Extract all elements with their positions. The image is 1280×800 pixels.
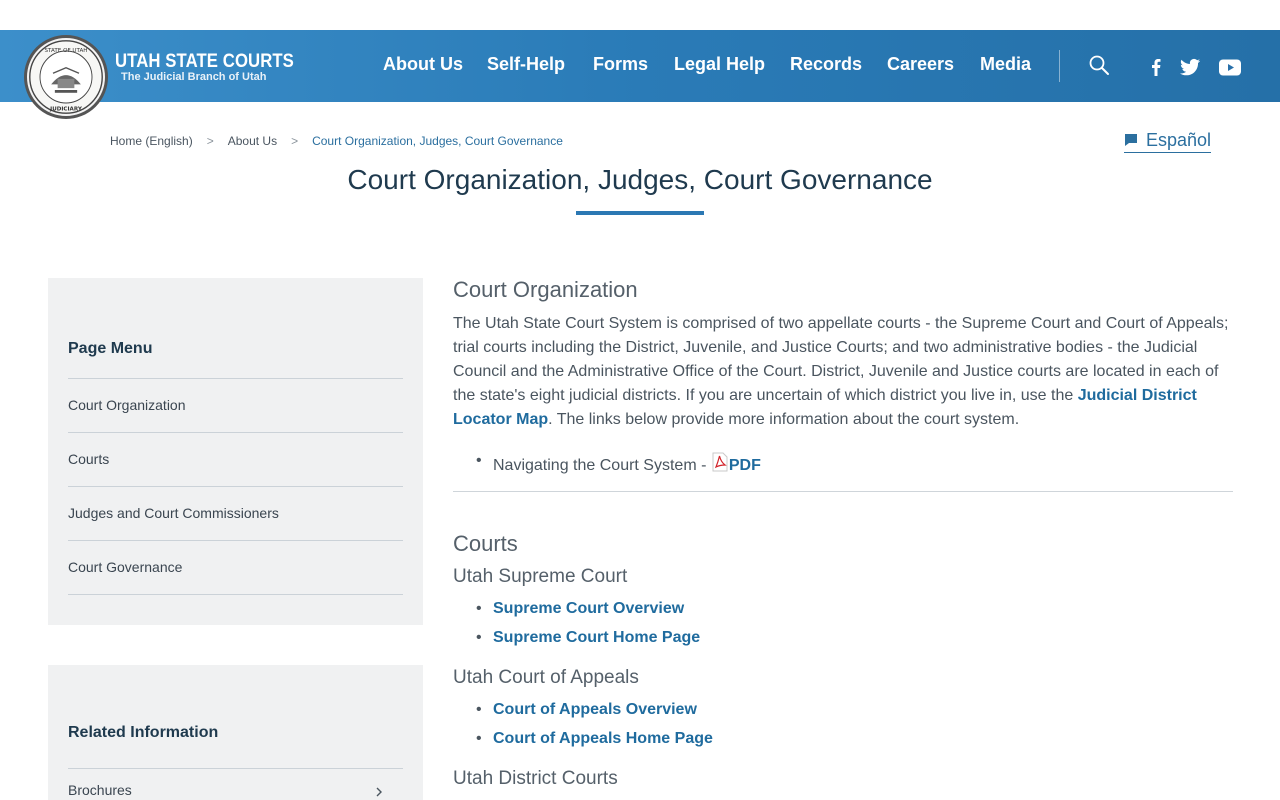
page-menu-item-court-governance[interactable]: Court Governance: [68, 559, 182, 575]
divider: [68, 594, 403, 595]
title-underline: [576, 211, 704, 215]
utah-district-courts-heading: Utah District Courts: [453, 768, 618, 789]
site-header: STATE OF UTAH JUDICIARY UTAH STATE COURT…: [0, 30, 1280, 119]
youtube-icon[interactable]: [1219, 59, 1241, 76]
nav-legal-help[interactable]: Legal Help: [674, 54, 765, 75]
page-menu-item-judges[interactable]: Judges and Court Commissioners: [68, 505, 279, 521]
breadcrumb-separator: >: [206, 134, 214, 148]
paragraph-text: . The links below provide more informati…: [548, 411, 1020, 428]
pdf-link[interactable]: PDF: [729, 457, 761, 474]
divider: [453, 491, 1233, 492]
court-of-appeals-home-page-link[interactable]: Court of Appeals Home Page: [493, 730, 713, 747]
breadcrumb-separator: >: [291, 134, 299, 148]
speech-bubble-icon: [1124, 131, 1138, 146]
courts-heading: Courts: [453, 531, 518, 556]
search-icon[interactable]: [1088, 54, 1110, 76]
list-item: Court of Appeals Overview: [476, 701, 697, 719]
utah-court-of-appeals-heading: Utah Court of Appeals: [453, 667, 639, 688]
pdf-icon[interactable]: [711, 452, 729, 472]
page-menu-item-court-organization[interactable]: Court Organization: [68, 397, 186, 413]
divider: [68, 486, 403, 487]
related-information-heading: Related Information: [68, 724, 219, 741]
twitter-icon[interactable]: [1180, 58, 1201, 77]
supreme-court-home-page-link[interactable]: Supreme Court Home Page: [493, 629, 700, 646]
related-information-panel: Related Information Brochures: [48, 665, 423, 800]
language-label: Español: [1146, 130, 1212, 150]
related-item-brochures[interactable]: Brochures: [68, 782, 132, 798]
page-menu-heading: Page Menu: [68, 340, 153, 357]
divider: [68, 378, 403, 379]
page-title: Court Organization, Judges, Court Govern…: [347, 164, 933, 195]
nav-self-help[interactable]: Self-Help: [487, 54, 565, 75]
page-menu-item-courts[interactable]: Courts: [68, 451, 109, 467]
court-organization-heading: Court Organization: [453, 277, 638, 302]
breadcrumb: Home (English) > About Us > Court Organizati…: [110, 134, 563, 148]
list-item: Supreme Court Home Page: [476, 629, 700, 647]
page-menu-panel: Page Menu Court Organization Courts Judg…: [48, 278, 423, 625]
list-item: Court of Appeals Home Page: [476, 730, 713, 748]
supreme-court-overview-link[interactable]: Supreme Court Overview: [493, 600, 684, 617]
divider: [68, 432, 403, 433]
navigating-court-system-text: Navigating the Court System -: [493, 457, 711, 474]
utah-supreme-court-heading: Utah Supreme Court: [453, 566, 628, 587]
list-item: Navigating the Court System - PDF: [476, 452, 761, 475]
court-of-appeals-overview-link[interactable]: Court of Appeals Overview: [493, 701, 697, 718]
nav-records[interactable]: Records: [790, 54, 862, 75]
nav-media[interactable]: Media: [980, 54, 1031, 75]
facebook-icon[interactable]: [1146, 57, 1166, 77]
breadcrumb-current[interactable]: Court Organization, Judges, Court Govern…: [312, 134, 563, 148]
breadcrumb-home[interactable]: Home (English): [110, 134, 193, 148]
chevron-right-icon[interactable]: [373, 785, 385, 797]
divider: [68, 768, 403, 769]
seal-bottom-text: JUDICIARY: [49, 106, 83, 112]
nav-forms[interactable]: Forms: [593, 54, 648, 75]
nav-about-us[interactable]: About Us: [383, 54, 463, 75]
nav-careers[interactable]: Careers: [887, 54, 954, 75]
divider: [68, 540, 403, 541]
court-organization-paragraph: The Utah State Court System is comprised…: [453, 312, 1233, 432]
language-link-espanol[interactable]: Español: [1124, 130, 1212, 153]
breadcrumb-about-us[interactable]: About Us: [228, 134, 277, 148]
nav-divider: [1059, 50, 1060, 82]
list-item: Supreme Court Overview: [476, 600, 684, 618]
